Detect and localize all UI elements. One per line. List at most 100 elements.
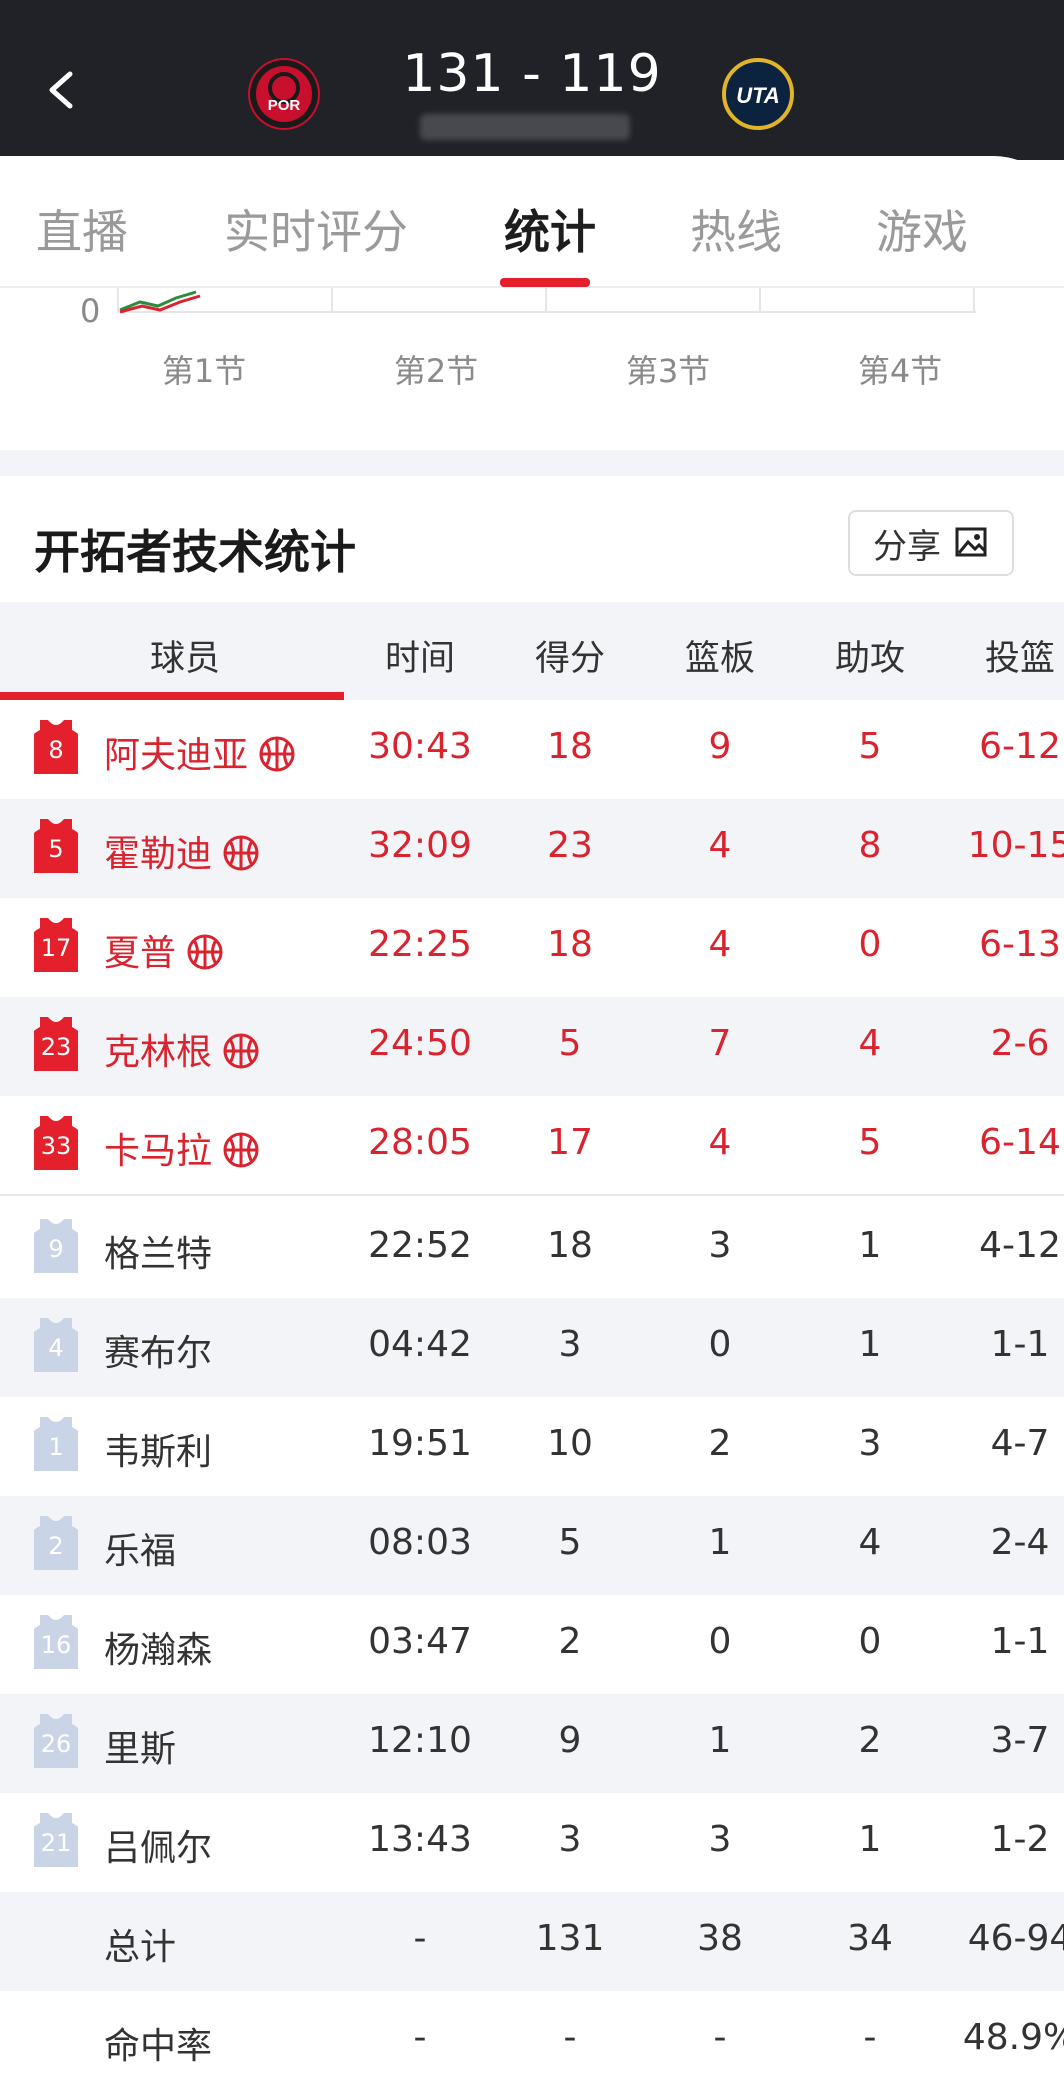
player-name[interactable]: 杨瀚森	[104, 1621, 212, 1673]
jersey-number-icon: 16	[34, 1615, 78, 1669]
player-name[interactable]: 吕佩尔	[104, 1819, 212, 1871]
stat-ast: 8	[858, 825, 882, 866]
player-name[interactable]: 卡马拉	[104, 1122, 260, 1174]
jersey-number-icon: 2	[34, 1516, 78, 1570]
stat-pts: 18	[547, 1225, 593, 1266]
col-header-player[interactable]: 球员	[100, 630, 270, 681]
player-name[interactable]: 乐福	[104, 1522, 176, 1574]
col-header-time[interactable]: 时间	[350, 630, 490, 681]
player-row[interactable]: 16 杨瀚森 03:47 2 0 0 1-1	[0, 1595, 1064, 1694]
stat-pts: 17	[547, 1122, 593, 1163]
jersey-number-icon: 26	[34, 1714, 78, 1768]
tab-game[interactable]: 游戏	[822, 196, 1022, 262]
starter-basketball-icon	[259, 736, 295, 772]
stat-time: 30:43	[368, 726, 472, 767]
jersey-number: 5	[48, 835, 64, 863]
jersey-number-icon: 33	[34, 1116, 78, 1170]
stat-pts: 10	[547, 1423, 593, 1464]
stat-ast: 5	[858, 1122, 882, 1163]
stat-pts: -	[563, 2017, 577, 2058]
jersey-number-icon: 23	[34, 1017, 78, 1071]
tab-live[interactable]: 直播	[0, 196, 182, 262]
totals-label: 总计	[104, 1927, 177, 1968]
player-name-text: 卡马拉	[104, 1131, 213, 1172]
jersey-number: 21	[40, 1829, 72, 1857]
stat-time: 28:05	[368, 1122, 472, 1163]
player-row[interactable]: 9 格兰特 22:52 18 3 1 4-12	[0, 1199, 1064, 1298]
player-name[interactable]: 韦斯利	[104, 1423, 212, 1475]
player-row[interactable]: 26 里斯 12:10 9 1 2 3-7	[0, 1694, 1064, 1793]
stat-fg: 10-15	[967, 825, 1064, 866]
col-header-points[interactable]: 得分	[500, 630, 640, 681]
quarter-label: 第2节	[393, 352, 479, 390]
stat-pts: 3	[558, 1324, 582, 1365]
stat-time: 03:47	[368, 1621, 472, 1662]
stat-ast: 2	[858, 1720, 882, 1761]
starter-basketball-icon	[187, 934, 223, 970]
player-row[interactable]: 21 吕佩尔 13:43 3 3 1 1-2	[0, 1793, 1064, 1892]
player-name-text: 阿夫迪亚	[104, 735, 249, 776]
away-team-logo[interactable]: UTA	[722, 58, 794, 130]
col-header-rebounds[interactable]: 篮板	[650, 630, 790, 681]
player-row[interactable]: 5 霍勒迪 32:09 23 4 8 10-15	[0, 799, 1064, 898]
player-row[interactable]: 8 阿夫迪亚 30:43 18 9 5 6-12	[0, 700, 1064, 799]
tab-stats[interactable]: 统计	[450, 196, 650, 262]
stat-ast: 5	[858, 726, 882, 767]
stat-reb: 1	[708, 1720, 732, 1761]
player-name[interactable]: 阿夫迪亚	[104, 726, 296, 778]
stat-reb: 4	[708, 825, 732, 866]
score-subtitle-blur	[420, 114, 630, 140]
stats-table-header: 球员 时间 得分 篮板 助攻 投篮	[0, 602, 1064, 700]
tab-hotline[interactable]: 热线	[636, 196, 836, 262]
stat-time: 12:10	[368, 1720, 472, 1761]
player-row[interactable]: 4 赛布尔 04:42 3 0 1 1-1	[0, 1298, 1064, 1397]
stat-time: 32:09	[368, 825, 472, 866]
starter-basketball-icon	[223, 1132, 259, 1168]
share-button[interactable]: 分享	[848, 510, 1014, 576]
away-logo-text: UTA	[736, 83, 780, 108]
quarter-label: 第3节	[625, 352, 711, 390]
player-name[interactable]: 克林根	[104, 1023, 260, 1075]
col-header-assists[interactable]: 助攻	[800, 630, 940, 681]
stat-ast: -	[863, 2017, 877, 2058]
stat-reb: 0	[708, 1621, 732, 1662]
jersey-number: 8	[48, 736, 64, 764]
stat-reb: -	[713, 2017, 727, 2058]
jersey-number: 26	[40, 1730, 72, 1758]
stat-reb: 3	[708, 1819, 732, 1860]
player-row[interactable]: 17 夏普 22:25 18 4 0 6-13	[0, 898, 1064, 997]
player-name[interactable]: 格兰特	[104, 1225, 212, 1277]
player-name[interactable]: 夏普	[104, 924, 224, 976]
stat-fg: 46-94	[967, 1918, 1064, 1959]
bench-divider	[0, 1194, 1064, 1196]
jersey-number-icon: 1	[34, 1417, 78, 1471]
stat-fg: 6-13	[979, 924, 1061, 965]
stat-reb: 4	[708, 1122, 732, 1163]
stat-time: 22:25	[368, 924, 472, 965]
stat-pts: 2	[558, 1621, 582, 1662]
jersey-number: 2	[48, 1532, 64, 1560]
player-name-text: 里斯	[104, 1729, 177, 1770]
player-row[interactable]: 33 卡马拉 28:05 17 4 5 6-14	[0, 1096, 1064, 1195]
player-name[interactable]: 赛布尔	[104, 1324, 212, 1376]
chart-grid	[117, 288, 976, 314]
player-row[interactable]: 2 乐福 08:03 5 1 4 2-4	[0, 1496, 1064, 1595]
stat-pts: 18	[547, 726, 593, 767]
player-name[interactable]: 里斯	[104, 1720, 176, 1772]
stat-reb: 1	[708, 1522, 732, 1563]
totals-row: 总计 - 131 38 34 46-94	[0, 1892, 1064, 1991]
percentage-label: 命中率	[104, 2026, 213, 2067]
jersey-number-icon: 5	[34, 819, 78, 873]
player-row[interactable]: 1 韦斯利 19:51 10 2 3 4-7	[0, 1397, 1064, 1496]
jersey-number: 33	[40, 1132, 72, 1160]
percentage-row: 命中率 - - - - 48.9%	[0, 1991, 1064, 2090]
player-name[interactable]: 霍勒迪	[104, 825, 260, 877]
active-column-indicator	[0, 692, 344, 700]
stat-time: 24:50	[368, 1023, 472, 1064]
col-header-fg[interactable]: 投篮	[950, 630, 1064, 681]
jersey-number: 16	[40, 1631, 72, 1659]
player-row[interactable]: 23 克林根 24:50 5 7 4 2-6	[0, 997, 1064, 1096]
stat-time: 13:43	[368, 1819, 472, 1860]
tab-realtime-rating[interactable]: 实时评分	[216, 196, 416, 262]
stat-reb: 38	[697, 1918, 743, 1959]
